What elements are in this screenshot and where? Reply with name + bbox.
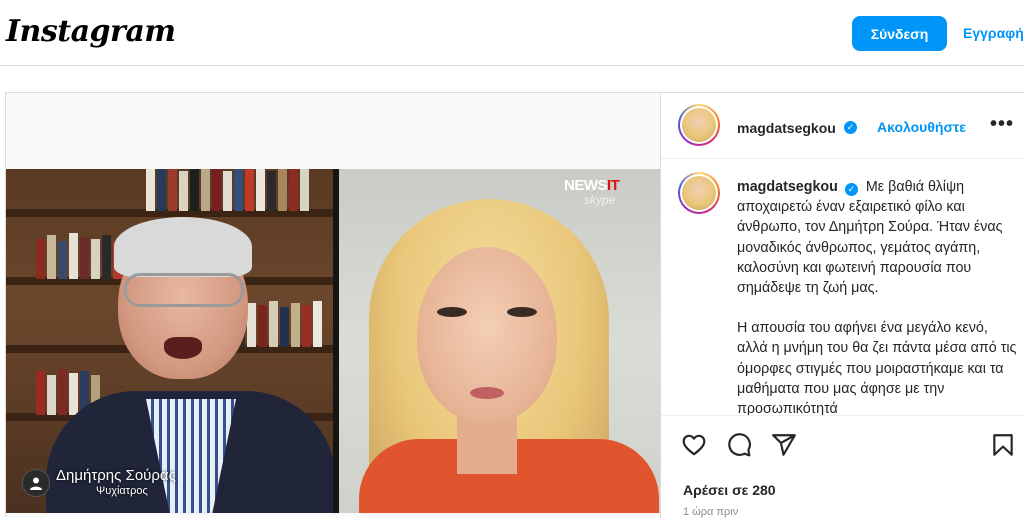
video-right-panel bbox=[339, 169, 660, 513]
post-media: NEWSIT skype Δημήτρης Σούρας Ψυχίατρος bbox=[6, 93, 660, 518]
post-video[interactable]: NEWSIT skype Δημήτρης Σούρας Ψυχίατρος bbox=[6, 169, 660, 513]
caption-verified-badge-icon: ✓ bbox=[844, 183, 858, 196]
comment-icon[interactable] bbox=[726, 432, 752, 458]
man-mouth bbox=[164, 337, 202, 359]
woman-neck bbox=[457, 414, 517, 474]
avatar[interactable] bbox=[678, 104, 720, 146]
man-hair bbox=[114, 217, 252, 277]
caption-paragraph-2: Η απουσία του αφήνει ένα μεγάλο κενό, αλ… bbox=[737, 320, 1017, 415]
video-caption: Δημήτρης Σούρας Ψυχίατρος bbox=[16, 465, 226, 501]
post: NEWSIT skype Δημήτρης Σούρας Ψυχίατρος m… bbox=[5, 92, 1024, 518]
caption-username[interactable]: magdatsegkou bbox=[737, 179, 838, 195]
likes-count[interactable]: Αρέσει σε 280 bbox=[683, 482, 776, 498]
post-sidebar: magdatsegkou ✓ Ακολουθήστε ••• magdatseg… bbox=[660, 93, 1024, 518]
verified-badge-icon: ✓ bbox=[844, 121, 857, 134]
video-caption-role: Ψυχίατρος bbox=[96, 485, 148, 497]
top-bar: Instagram Σύνδεση Εγγραφή bbox=[0, 0, 1024, 66]
more-icon[interactable]: ••• bbox=[990, 113, 1014, 136]
man-glasses bbox=[124, 273, 244, 307]
news-channel-logo: NEWSIT bbox=[564, 177, 620, 194]
post-actions: Αρέσει σε 280 1 ώρα πριν bbox=[661, 415, 1024, 518]
caption-avatar[interactable] bbox=[678, 172, 720, 214]
woman-eye-right bbox=[507, 307, 537, 317]
caption-text: magdatsegkou ✓ Με βαθιά θλίψη αποχαιρετώ… bbox=[737, 177, 1019, 415]
woman-eye-left bbox=[437, 307, 467, 317]
post-header: magdatsegkou ✓ Ακολουθήστε ••• bbox=[661, 93, 1024, 159]
video-left-panel bbox=[6, 169, 333, 513]
post-timestamp[interactable]: 1 ώρα πριν bbox=[683, 506, 738, 518]
user-icon bbox=[22, 469, 50, 497]
skype-label: skype bbox=[584, 193, 616, 207]
woman-lips bbox=[470, 387, 504, 399]
follow-button[interactable]: Ακολουθήστε bbox=[877, 119, 966, 135]
share-icon[interactable] bbox=[771, 432, 797, 458]
login-button[interactable]: Σύνδεση bbox=[852, 16, 947, 51]
post-username[interactable]: magdatsegkou bbox=[737, 120, 836, 136]
caption-area: magdatsegkou ✓ Με βαθιά θλίψη αποχαιρετώ… bbox=[661, 159, 1024, 415]
bookmark-icon[interactable] bbox=[990, 432, 1016, 458]
caption-paragraph-1: Με βαθιά θλίψη αποχαιρετώ έναν εξαιρετικ… bbox=[737, 179, 1003, 297]
instagram-logo[interactable]: Instagram bbox=[6, 14, 176, 49]
heart-icon[interactable] bbox=[681, 432, 707, 458]
video-caption-name: Δημήτρης Σούρας bbox=[56, 467, 176, 484]
signup-link[interactable]: Εγγραφή bbox=[963, 25, 1024, 41]
